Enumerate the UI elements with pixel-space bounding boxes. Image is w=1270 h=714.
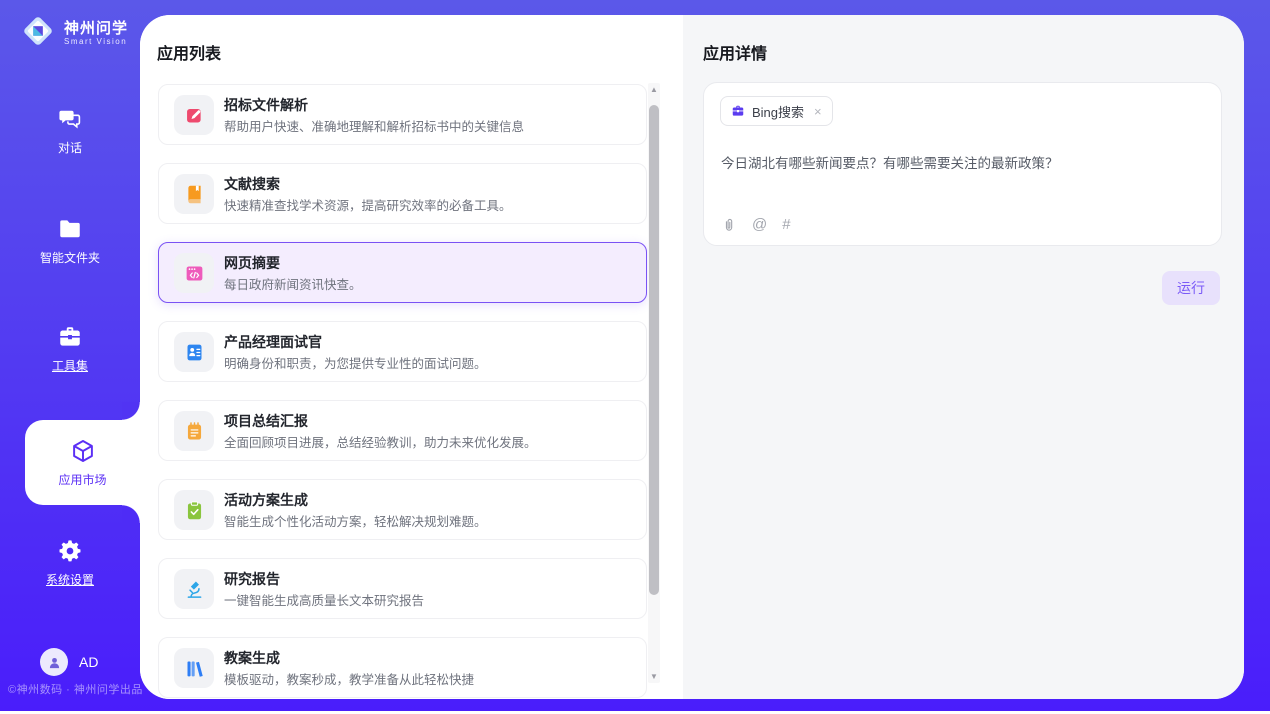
user-avatar-icon — [46, 654, 63, 671]
cube-icon — [70, 438, 96, 464]
app-description: 帮助用户快速、准确地理解和解析招标书中的关键信息 — [224, 116, 524, 135]
attachment-icon[interactable] — [721, 217, 737, 233]
app-list-item[interactable]: 文献搜索快速精准查找学术资源，提高研究效率的必备工具。 — [158, 163, 647, 224]
scrollbar[interactable]: ▲ ▼ — [648, 83, 660, 683]
app-description: 模板驱动，教案秒成，教学准备从此轻松快捷 — [224, 669, 474, 688]
app-icon-tile — [174, 95, 214, 135]
app-detail-pane: 应用详情 Bing搜索 × 今日湖北有哪些新闻要点？有哪些需要关注的最新政策？ … — [683, 15, 1244, 699]
brand-logo: 神州问学 Smart Vision — [20, 13, 128, 54]
toolbox-icon — [57, 324, 83, 350]
app-name: 教案生成 — [224, 648, 280, 668]
app-list-item[interactable]: 招标文件解析帮助用户快速、准确地理解和解析招标书中的关键信息 — [158, 84, 647, 145]
app-icon-tile — [174, 174, 214, 214]
app-name: 研究报告 — [224, 569, 280, 589]
scroll-down-icon[interactable]: ▼ — [648, 672, 660, 681]
tool-tag-bing-search[interactable]: Bing搜索 × — [720, 96, 833, 126]
hash-icon[interactable]: # — [782, 217, 790, 233]
sidebar-item-label: 智能文件夹 — [40, 249, 100, 266]
resume-person-icon — [184, 342, 205, 363]
document-edit-icon — [184, 105, 205, 126]
app-name: 产品经理面试官 — [224, 332, 322, 352]
notepad-icon — [184, 421, 205, 442]
avatar — [40, 648, 68, 676]
app-icon-tile — [174, 332, 214, 372]
sidebar-item-label: 应用市场 — [58, 471, 106, 488]
app-name: 项目总结汇报 — [224, 411, 308, 431]
app-description: 智能生成个性化活动方案，轻松解决规划难题。 — [224, 511, 487, 530]
app-description: 一键智能生成高质量长文本研究报告 — [224, 590, 424, 609]
sidebar-item-label: 系统设置 — [46, 571, 94, 588]
clipboard-check-icon — [184, 500, 205, 521]
main-content-card: 应用列表 招标文件解析帮助用户快速、准确地理解和解析招标书中的关键信息文献搜索快… — [140, 15, 1244, 699]
copyright-footer: ©神州数码 · 神州问学出品 — [8, 681, 143, 697]
app-list-pane: 应用列表 招标文件解析帮助用户快速、准确地理解和解析招标书中的关键信息文献搜索快… — [140, 15, 683, 699]
app-name: 文献搜索 — [224, 174, 280, 194]
app-list-item[interactable]: 项目总结汇报全面回顾项目进展，总结经验教训，助力未来优化发展。 — [158, 400, 647, 461]
app-list-item[interactable]: 产品经理面试官明确身份和职责，为您提供专业性的面试问题。 — [158, 321, 647, 382]
query-text[interactable]: 今日湖北有哪些新闻要点？有哪些需要关注的最新政策？ — [721, 152, 1059, 172]
app-name: 招标文件解析 — [224, 95, 308, 115]
app-icon-tile — [174, 411, 214, 451]
tool-tag-label: Bing搜索 — [752, 102, 804, 121]
scroll-up-icon[interactable]: ▲ — [648, 85, 660, 94]
app-icon-tile — [174, 648, 214, 688]
run-button[interactable]: 运行 — [1162, 271, 1220, 305]
close-icon[interactable]: × — [814, 104, 822, 119]
user-name: AD — [79, 654, 98, 670]
brand-subtitle: Smart Vision — [64, 37, 128, 47]
app-icon-tile — [174, 253, 214, 293]
briefcase-icon — [731, 104, 745, 118]
input-toolbar: @# — [721, 217, 791, 233]
app-list-item[interactable]: 教案生成模板驱动，教案秒成，教学准备从此轻松快捷 — [158, 637, 647, 698]
app-description: 明确身份和职责，为您提供专业性的面试问题。 — [224, 353, 487, 372]
book-icon — [184, 184, 205, 205]
books-icon — [184, 658, 205, 679]
scrollbar-thumb[interactable] — [649, 105, 659, 595]
folder-icon — [57, 216, 83, 242]
brand-name: 神州问学 — [64, 20, 128, 37]
app-list-title: 应用列表 — [157, 40, 221, 64]
app-list-item[interactable]: 活动方案生成智能生成个性化活动方案，轻松解决规划难题。 — [158, 479, 647, 540]
app-name: 网页摘要 — [224, 253, 280, 273]
sidebar-item-5[interactable]: 系统设置 — [0, 538, 140, 588]
app-description: 每日政府新闻资讯快查。 — [224, 274, 362, 293]
app-icon-tile — [174, 490, 214, 530]
browser-code-icon — [184, 263, 205, 284]
app-list-item[interactable]: 网页摘要每日政府新闻资讯快查。 — [158, 242, 647, 303]
sidebar-item-1[interactable]: 对话 — [0, 106, 140, 156]
app-description: 快速精准查找学术资源，提高研究效率的必备工具。 — [224, 195, 512, 214]
sidebar-item-label: 工具集 — [52, 357, 88, 374]
microscope-icon — [184, 579, 205, 600]
app-icon-tile — [174, 569, 214, 609]
gear-icon — [57, 538, 83, 564]
sidebar-item-4[interactable]: 应用市场 — [25, 420, 140, 505]
user-account[interactable]: AD — [40, 648, 98, 676]
app-name: 活动方案生成 — [224, 490, 308, 510]
app-detail-title: 应用详情 — [703, 40, 767, 64]
app-description: 全面回顾项目进展，总结经验教训，助力未来优化发展。 — [224, 432, 537, 451]
diamond-logo-icon — [20, 13, 56, 54]
chat-icon — [57, 106, 83, 132]
app-list-item[interactable]: 研究报告一键智能生成高质量长文本研究报告 — [158, 558, 647, 619]
mention-icon[interactable]: @ — [752, 217, 767, 233]
sidebar-item-3[interactable]: 工具集 — [0, 324, 140, 374]
sidebar-item-2[interactable]: 智能文件夹 — [0, 216, 140, 266]
sidebar-item-label: 对话 — [58, 139, 82, 156]
prompt-input-card[interactable]: Bing搜索 × 今日湖北有哪些新闻要点？有哪些需要关注的最新政策？ @# — [703, 82, 1222, 246]
app-list: 招标文件解析帮助用户快速、准确地理解和解析招标书中的关键信息文献搜索快速精准查找… — [158, 84, 647, 699]
